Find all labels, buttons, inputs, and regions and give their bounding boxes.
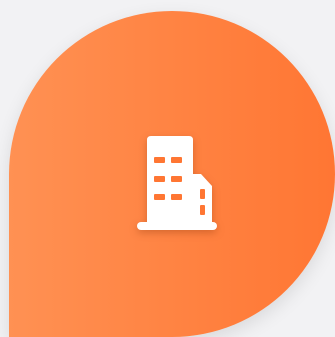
office-building-icon xyxy=(137,136,217,231)
app-tile xyxy=(0,0,335,337)
teardrop-badge[interactable] xyxy=(9,11,335,337)
